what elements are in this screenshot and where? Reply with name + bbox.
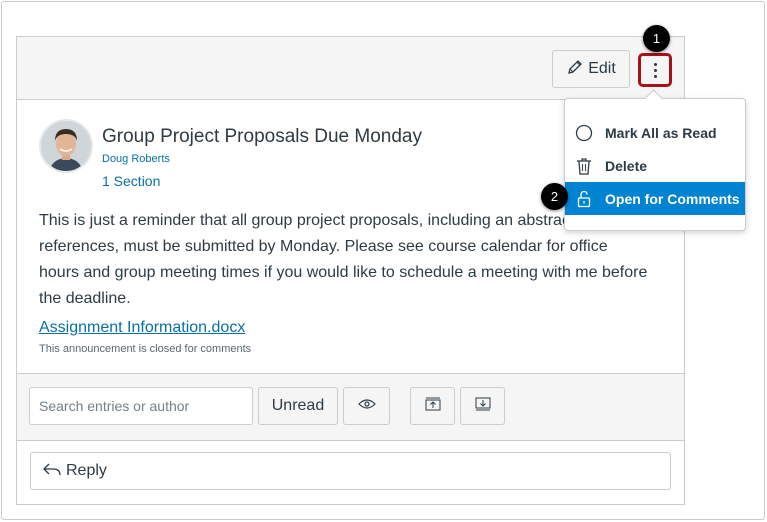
callout-badge-1: 1 <box>643 25 670 52</box>
search-input[interactable] <box>29 387 253 425</box>
trash-icon <box>574 156 594 176</box>
menu-item-label: Delete <box>605 157 648 174</box>
menu-item-open-for-comments[interactable]: Open for Comments <box>565 182 745 215</box>
pencil-icon <box>566 58 584 81</box>
circle-icon <box>574 123 594 143</box>
collapse-icon <box>425 397 441 416</box>
unread-label: Unread <box>271 397 325 414</box>
author-avatar[interactable] <box>39 119 93 173</box>
closed-for-comments-note: This announcement is closed for comments <box>39 343 252 355</box>
sections-link[interactable]: 1 Section <box>102 173 160 189</box>
kebab-icon <box>653 62 657 78</box>
options-menu-button[interactable] <box>638 53 672 87</box>
menu-item-mark-all-read[interactable]: Mark All as Read <box>565 116 745 149</box>
expand-icon <box>475 397 491 416</box>
edit-button[interactable]: Edit <box>552 50 630 88</box>
announcement-body: This is just a reminder that all group p… <box>39 212 648 307</box>
unread-filter-button[interactable]: Unread <box>258 387 338 425</box>
collapse-replies-button[interactable] <box>410 387 455 425</box>
menu-item-label: Mark All as Read <box>605 124 717 141</box>
mark-read-button[interactable] <box>343 387 390 425</box>
reply-label: Reply <box>66 462 107 479</box>
entries-toolbar: Unread <box>17 373 684 441</box>
callout-badge-2: 2 <box>541 183 568 210</box>
reply-button[interactable]: Reply <box>30 452 671 490</box>
window-frame: Edit Unread <box>1 1 765 520</box>
attachment-link[interactable]: Assignment Information.docx <box>39 319 245 337</box>
reply-arrow-icon <box>43 462 61 481</box>
options-dropdown-menu: Mark All as Read Delete Open for Comment… <box>564 98 746 231</box>
menu-item-label: Open for Comments <box>605 190 740 207</box>
expand-replies-button[interactable] <box>460 387 505 425</box>
eye-icon <box>357 397 376 415</box>
announcement-title: Group Project Proposals Due Monday <box>102 126 422 147</box>
unlock-icon <box>574 189 594 209</box>
edit-label: Edit <box>588 60 616 77</box>
discussion-header-bar: Edit <box>17 37 684 100</box>
author-link[interactable]: Doug Roberts <box>102 153 170 165</box>
menu-item-delete[interactable]: Delete <box>565 149 745 182</box>
